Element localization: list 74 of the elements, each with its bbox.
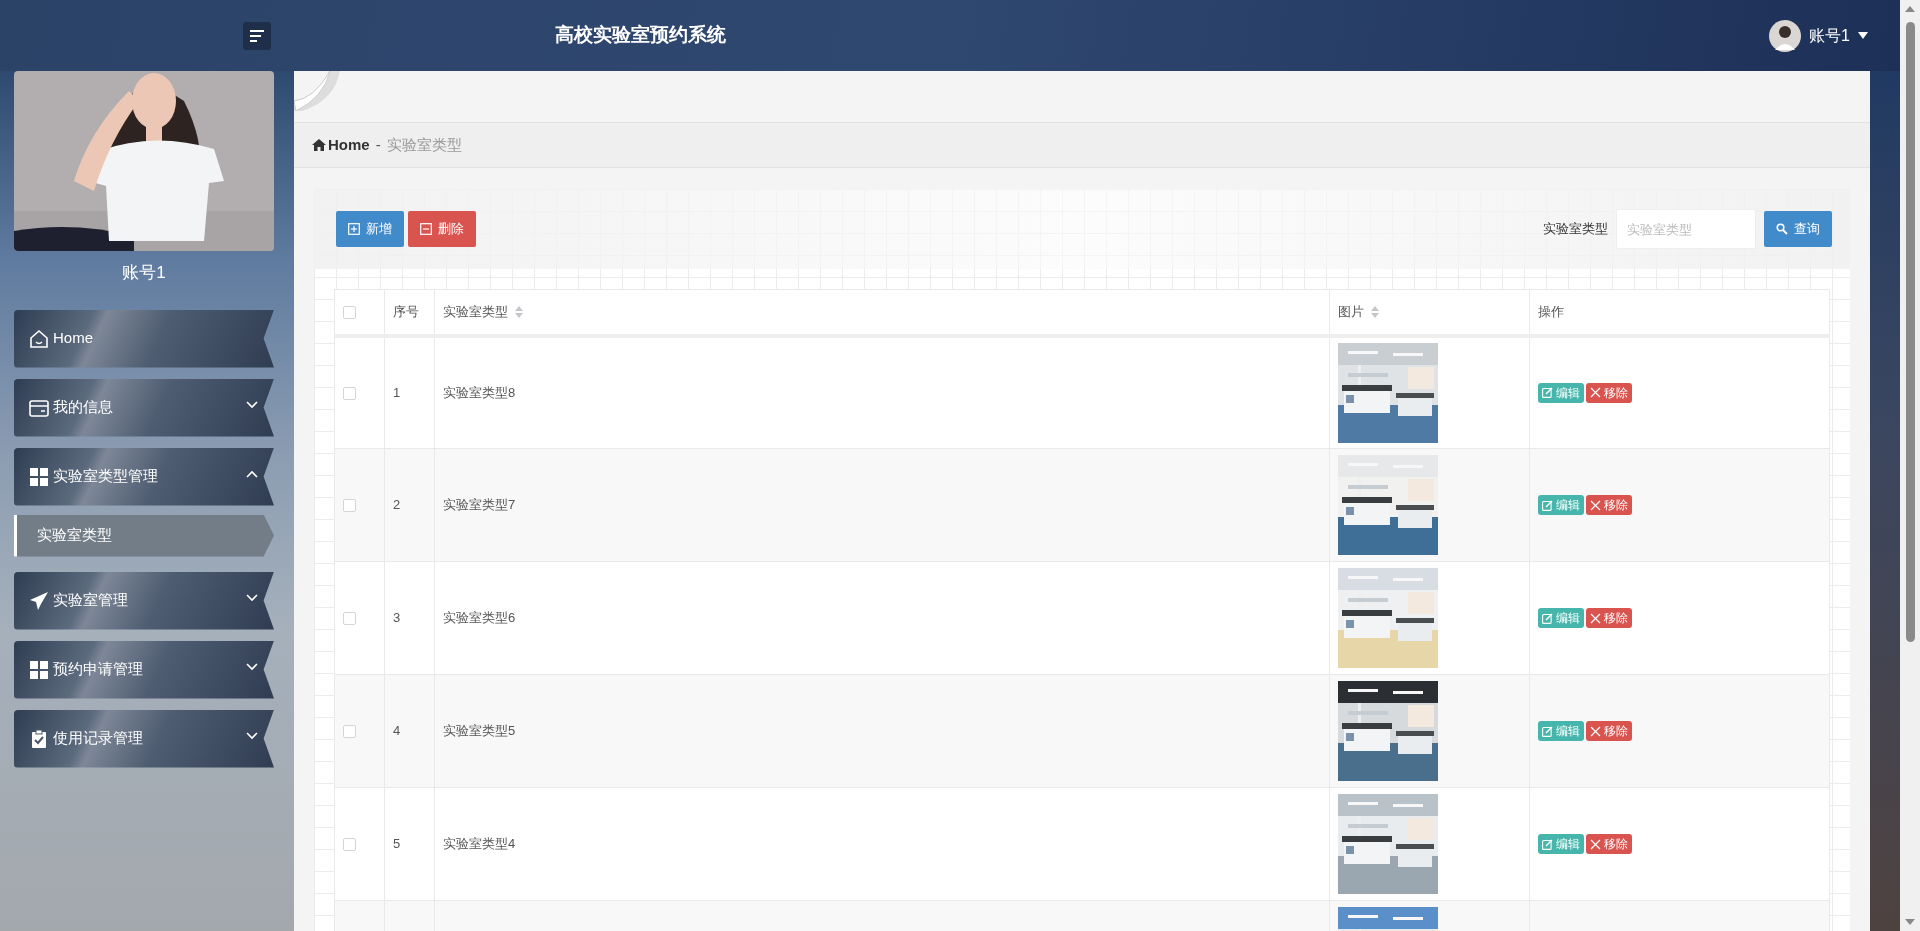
table-cell: 实验室类型4 — [443, 836, 516, 852]
edit-icon — [1542, 725, 1553, 737]
breadcrumb-current: 实验室类型 — [386, 134, 462, 155]
search-label: 实验室类型 — [1543, 220, 1608, 239]
checkbox[interactable] — [343, 387, 356, 401]
close-icon — [1590, 612, 1601, 624]
remove-button[interactable]: 移除 — [1586, 495, 1632, 515]
table-cell: 实验室类型6 — [443, 610, 516, 626]
profile-name: 账号1 — [121, 262, 167, 284]
search-icon — [1776, 223, 1788, 235]
table-cell: 5 — [393, 836, 401, 852]
table-cell: 实验室类型7 — [443, 497, 516, 513]
delete-button[interactable]: 删除 — [408, 211, 476, 247]
close-icon — [1590, 725, 1601, 737]
clipboard-icon — [29, 728, 49, 749]
column-header: 操作 — [1538, 303, 1564, 321]
search-button[interactable]: 查询 — [1764, 211, 1832, 247]
column-header: 序号 — [393, 303, 419, 321]
home-icon — [312, 139, 326, 151]
sidebar-item[interactable]: Home — [14, 309, 274, 368]
search-field[interactable]: 实验室类型 — [1616, 209, 1756, 249]
add-button[interactable]: 新增 — [336, 211, 404, 247]
table-cell: 3 — [393, 610, 401, 626]
scrollbar[interactable] — [1900, 0, 1920, 931]
table-cell: 实验室类型8 — [443, 385, 516, 400]
remove-button[interactable]: 移除 — [1586, 721, 1632, 741]
edit-icon — [1542, 387, 1553, 399]
checkbox[interactable] — [343, 838, 356, 852]
sidebar-subitem[interactable]: 实验室类型 — [14, 514, 274, 557]
menu-button[interactable] — [243, 21, 271, 50]
column-header[interactable]: 实验室类型 — [443, 302, 508, 322]
sidebar-item[interactable]: 预约申请管理 — [14, 640, 274, 699]
sidebar-item[interactable]: 使用记录管理 — [14, 709, 274, 768]
grid-icon — [29, 659, 49, 680]
caret-icon — [1858, 32, 1868, 39]
edit-button[interactable]: 编辑 — [1538, 608, 1584, 628]
edit-icon — [1542, 612, 1553, 624]
card-icon — [29, 397, 49, 418]
remove-button[interactable]: 移除 — [1586, 608, 1632, 628]
user-name[interactable]: 账号1 — [1809, 23, 1850, 48]
edit-icon — [1542, 838, 1553, 850]
home-icon — [29, 328, 49, 349]
app-title: 高校实验室预约系统 — [555, 23, 726, 48]
table-cell: 2 — [393, 497, 401, 513]
breadcrumb-link[interactable]: Home — [312, 133, 370, 157]
avatar — [1769, 19, 1802, 52]
close-icon — [1590, 838, 1601, 850]
edit-button[interactable]: 编辑 — [1538, 495, 1584, 515]
remove-button[interactable]: 移除 — [1586, 382, 1632, 403]
close-icon — [1590, 499, 1601, 511]
sidebar-item[interactable]: 实验室类型管理 — [14, 447, 274, 506]
close-icon — [1590, 387, 1601, 399]
table-cell: 1 — [393, 385, 401, 400]
breadcrumb-separator: - — [375, 134, 381, 155]
sidebar-item[interactable]: 实验室管理 — [14, 571, 274, 630]
paper-plane-icon — [29, 590, 49, 611]
edit-button[interactable]: 编辑 — [1538, 382, 1584, 403]
checkbox[interactable] — [343, 612, 356, 626]
grid-icon — [29, 466, 49, 487]
sidebar-item[interactable]: 我的信息 — [14, 378, 274, 437]
minus-icon — [420, 223, 432, 235]
checkbox[interactable] — [343, 306, 356, 320]
menu-icon — [250, 29, 264, 42]
column-header[interactable]: 图片 — [1338, 302, 1364, 322]
edit-button[interactable]: 编辑 — [1538, 721, 1584, 741]
remove-button[interactable]: 移除 — [1586, 834, 1632, 854]
checkbox[interactable] — [343, 499, 356, 513]
plus-icon — [348, 223, 360, 235]
checkbox[interactable] — [343, 725, 356, 739]
edit-icon — [1542, 499, 1553, 511]
table-cell: 4 — [393, 723, 401, 739]
scroll-thumb[interactable] — [1906, 22, 1915, 642]
edit-button[interactable]: 编辑 — [1538, 834, 1584, 854]
table-cell: 实验室类型5 — [443, 723, 516, 739]
